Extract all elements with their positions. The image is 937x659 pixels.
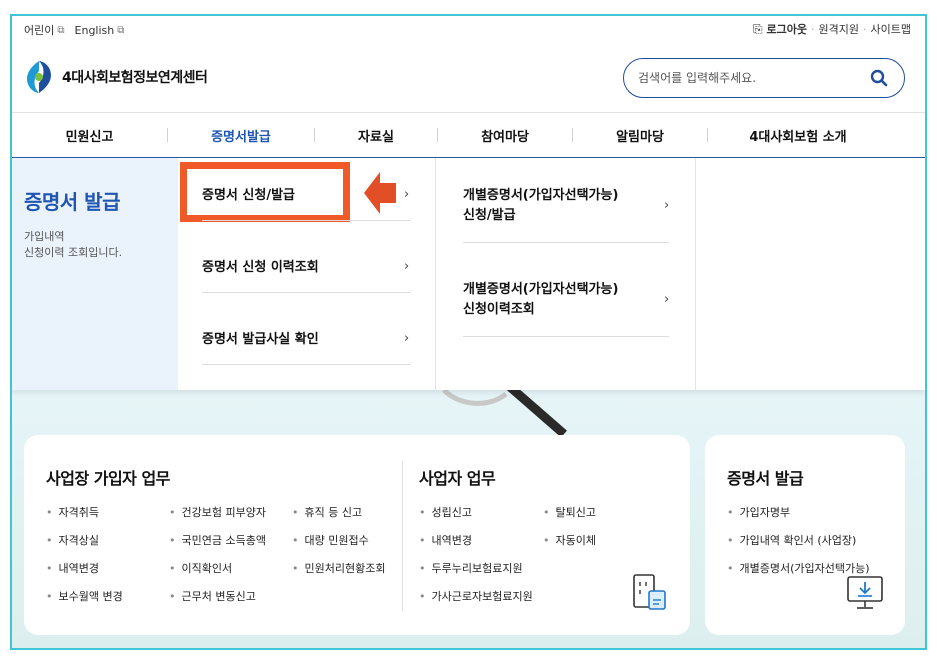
search-box [623,58,905,98]
nav-item-resources[interactable]: 자료실 [315,126,437,145]
mega-menu-column-2: 개별증명서(가입자선택가능) 신청/발급 › 개별증명서(가입자선택가능) 신청… [436,158,696,390]
mega-menu: 증명서 발급 가입내역 신청이력 조회입니다. 증명서 신청/발급 › 증명서 … [12,158,925,390]
mega-menu-column-1: 증명서 신청/발급 › 증명서 신청 이력조회 › 증명서 발급사실 확인 › [178,158,436,390]
external-link-icon: ⧉ [117,24,125,36]
menu-link-issue-verify[interactable]: 증명서 발급사실 확인 [202,330,319,350]
chevron-right-icon: › [404,331,410,346]
remote-support-link[interactable]: 원격지원 [819,21,859,37]
list-item[interactable]: 내역변경 [419,532,472,548]
menu-link-label: 신청/발급 [463,208,516,223]
list-item[interactable]: 탈퇴신고 [543,504,596,520]
chevron-right-icon: › [664,198,670,213]
sitemap-link[interactable]: 사이트맵 [871,21,911,37]
menu-divider [202,292,410,293]
menu-link-label: 증명서 신청 이력조회 [202,260,319,275]
list-item[interactable]: 휴직 등 신고 [292,504,363,520]
menu-link-apply-issue[interactable]: 증명서 신청/발급 [202,186,295,206]
mega-menu-description: 가입내역 신청이력 조회입니다. [24,229,166,261]
list-item[interactable]: 자격상실 [46,532,99,548]
certificate-card-title: 증명서 발급 [727,469,804,488]
logo-text: 4대사회보험정보연계센터 [62,70,208,86]
workplace-card: 사업장 가입자 업무 자격취득 자격상실 내역변경 보수월액 변경 건강보험 피… [24,435,690,635]
logout-link[interactable]: 로그아웃 [767,21,807,37]
list-item[interactable]: 보수월액 변경 [46,588,123,604]
menu-link-individual-apply[interactable]: 개별증명서(가입자선택가능) 신청/발급 [463,186,618,226]
mega-menu-intro: 증명서 발급 가입내역 신청이력 조회입니다. [12,158,178,390]
employer-card-title: 사업자 업무 [419,469,496,488]
menu-link-label: 증명서 발급사실 확인 [202,332,319,347]
separator: · [811,22,815,36]
mega-menu-title: 증명서 발급 [24,190,120,214]
site-logo[interactable]: 4대사회보험정보연계센터 [24,60,208,94]
workplace-card-title: 사업장 가입자 업무 [46,469,170,488]
menu-link-label: 신청이력조회 [463,302,535,317]
menu-divider [202,364,410,365]
description-line: 가입내역 [24,230,65,243]
search-input[interactable] [638,71,868,85]
description-line: 신청이력 조회입니다. [24,246,123,259]
list-item[interactable]: 두루누리보험료지원 [419,560,523,576]
kids-label: 어린이 [24,24,55,37]
list-item[interactable]: 국민연금 소득총액 [169,532,266,548]
list-item[interactable]: 가입내역 확인서 (사업장) [727,532,857,548]
chevron-right-icon: › [404,187,410,202]
logout-icon: ⎘ [752,21,763,36]
browser-viewport: 어린이 ⧉ English ⧉ ⎘ 로그아웃 · 원격지원 · 사이트맵 4대사회보… [10,14,927,650]
menu-divider [463,336,669,337]
menu-link-label: 개별증명서(가입자선택가능) [463,188,619,203]
chevron-right-icon: › [664,292,670,307]
pointer-arrow-icon [364,172,396,214]
nav-item-civil-report[interactable]: 민원신고 [12,126,167,145]
list-item[interactable]: 내역변경 [46,560,99,576]
search-button[interactable] [868,67,890,89]
list-item[interactable]: 민원처리현황조회 [292,560,386,576]
list-item[interactable]: 자격취득 [46,504,99,520]
menu-link-individual-history[interactable]: 개별증명서(가입자선택가능) 신청이력조회 [463,280,618,320]
nav-item-notice[interactable]: 알림마당 [573,126,707,145]
menu-link-apply-history[interactable]: 증명서 신청 이력조회 [202,258,319,278]
list-item[interactable]: 자동이체 [543,532,596,548]
nav-item-certificate[interactable]: 증명서발급 [168,126,314,145]
english-link[interactable]: English ⧉ [75,22,125,38]
menu-link-label: 개별증명서(가입자선택가능) [463,282,619,297]
utility-bar: 어린이 ⧉ English ⧉ ⎘ 로그아웃 · 원격지원 · 사이트맵 [12,16,925,42]
search-icon [870,69,888,87]
card-divider [402,461,403,611]
chevron-right-icon: › [404,259,410,274]
logo-icon [27,61,51,93]
list-item[interactable]: 성립신고 [419,504,472,520]
external-link-icon: ⧉ [57,24,65,36]
download-monitor-icon [847,576,883,609]
menu-link-label: 증명서 신청/발급 [202,188,295,203]
main-navigation: 민원신고 증명서발급 자료실 참여마당 알림마당 4대사회보험 소개 [12,112,925,158]
certificate-card: 증명서 발급 가입자명부 가입내역 확인서 (사업장) 개별증명서(가입자선택가… [705,435,905,635]
kids-link[interactable]: 어린이 ⧉ [24,22,65,38]
nav-item-about[interactable]: 4대사회보험 소개 [708,126,888,145]
list-item[interactable]: 가사근로자보험료지원 [419,588,533,604]
nav-item-participation[interactable]: 참여마당 [438,126,572,145]
list-item[interactable]: 대량 민원접수 [292,532,369,548]
list-item[interactable]: 건강보험 피부양자 [169,504,266,520]
english-label: English [74,23,115,37]
list-item[interactable]: 근무처 변동신고 [169,588,256,604]
list-item[interactable]: 가입자명부 [727,504,791,520]
building-document-icon [633,574,666,610]
list-item[interactable]: 이직확인서 [169,560,233,576]
menu-divider [463,242,669,243]
menu-divider [202,220,410,221]
separator: · [863,22,867,36]
list-item[interactable]: 개별증명서(가입자선택가능) [727,560,870,576]
